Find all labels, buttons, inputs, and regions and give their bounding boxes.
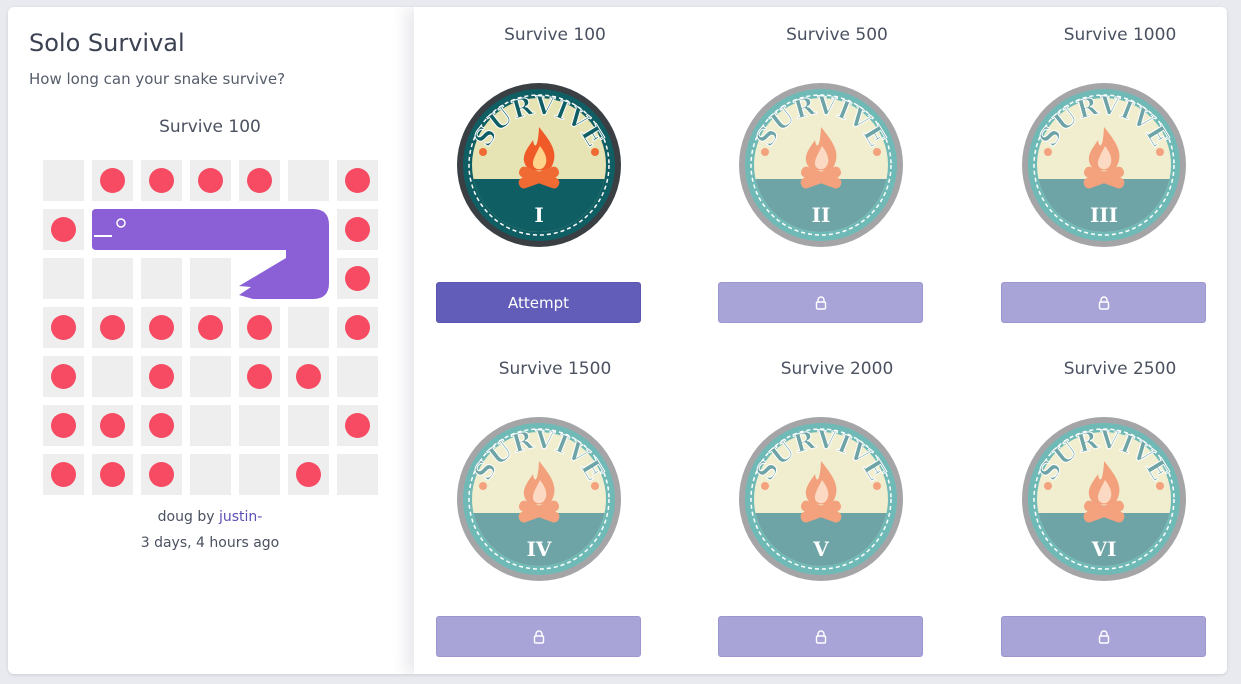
challenge-title: Survive 2000 [780,359,894,379]
challenge-title: Survive 500 [786,25,888,45]
challenge-title: Survive 1500 [498,359,612,379]
survive-badge-icon: SURVIVEI [457,83,621,247]
challenge-title: Survive 100 [504,25,606,45]
challenge-badge: SURVIVE VI [1021,416,1187,582]
challenge-badge: SURVIVE IV [456,416,622,582]
survive-badge-icon: SURVIVEII [739,83,903,247]
snake [92,209,329,299]
challenge-badge: SURVIVE II [738,82,904,248]
challenge-title: Survive 2500 [1063,359,1177,379]
svg-text:IV: IV [527,537,552,561]
attempt-label: Attempt [507,293,569,312]
solo-survival-card: Solo Survival How long can your snake su… [8,7,1227,674]
challenge-title: Survive 1000 [1063,25,1177,45]
svg-text:II: II [812,203,831,227]
lock-icon [1098,629,1109,644]
challenge-badge: SURVIVE V [738,416,904,582]
challenge-tile: Survive 1500 SURVIVE IV [414,341,696,674]
svg-text:V: V [812,537,829,561]
lock-icon [1098,295,1109,310]
lock-icon [815,629,826,644]
survive-badge-icon: SURVIVEIV [457,417,621,581]
lock-icon [533,629,544,644]
survive-badge-icon: SURVIVEV [739,417,903,581]
challenge-tile: Survive 2000 SURVIVE V [696,341,978,674]
svg-text:III: III [1090,203,1118,227]
locked-button[interactable] [718,616,923,657]
attempt-button[interactable]: Attempt [436,282,641,323]
snake-credit: doug by justin- [8,509,412,525]
challenge-badge: SURVIVE I [456,82,622,248]
lock-icon [815,295,826,310]
challenge-tile: Survive 500 SURVIVE II [696,7,978,341]
survive-badge-icon: SURVIVEIII [1022,83,1186,247]
challenge-grid: Survive 100 SURVIVE I Attempt Survive 500 SUR… [414,7,1227,674]
author-link[interactable]: justin- [219,509,262,525]
locked-button[interactable] [1001,282,1206,323]
challenge-tile: Survive 100 SURVIVE I Attempt [414,7,696,341]
challenge-badge: SURVIVE III [1021,82,1187,248]
time-ago: 3 days, 4 hours ago [140,535,280,551]
locked-button[interactable] [1001,616,1206,657]
locked-button[interactable] [718,282,923,323]
challenge-tile: Survive 2500 SURVIVE VI [979,341,1227,674]
svg-text:VI: VI [1091,537,1117,561]
svg-text:I: I [534,203,543,227]
survive-badge-icon: SURVIVEVI [1022,417,1186,581]
challenge-tile: Survive 1000 SURVIVE III [979,7,1227,341]
by-text: by [197,509,215,525]
locked-button[interactable] [436,616,641,657]
replay-panel: Solo Survival How long can your snake su… [8,7,414,674]
snake-name: doug [157,509,193,525]
snake-body [92,209,329,299]
